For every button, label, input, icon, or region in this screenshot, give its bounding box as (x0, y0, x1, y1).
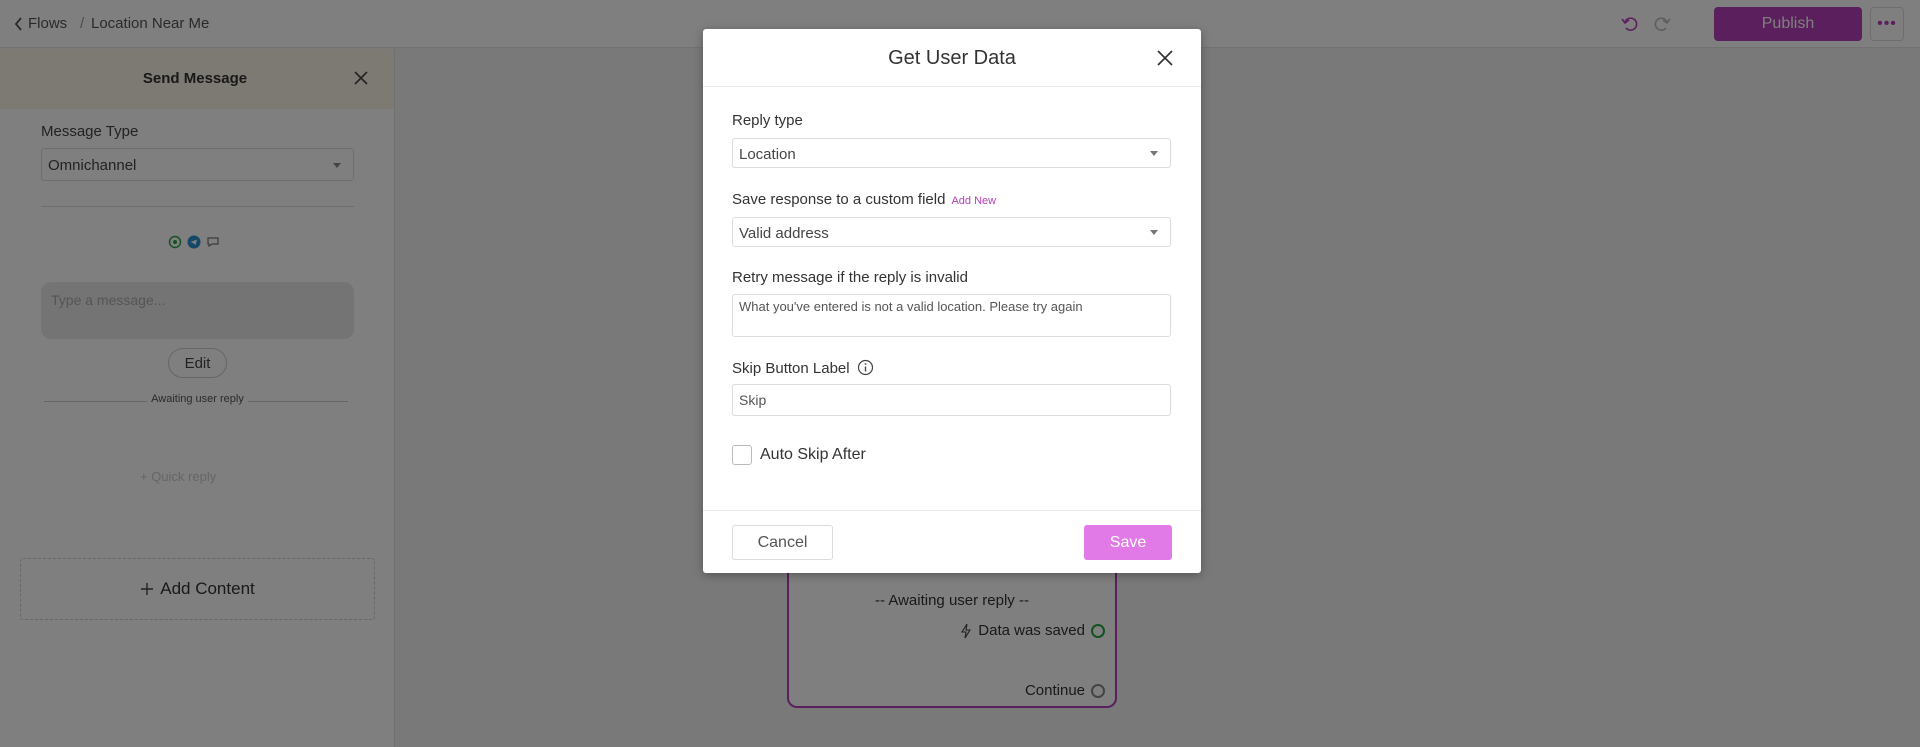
retry-message-textarea[interactable]: What you've entered is not a valid locat… (732, 294, 1171, 337)
reply-type-label: Reply type (732, 112, 803, 129)
skip-button-input[interactable] (732, 384, 1171, 416)
retry-message-label: Retry message if the reply is invalid (732, 269, 968, 286)
auto-skip-label: Auto Skip After (760, 446, 866, 463)
modal-header: Get User Data (703, 29, 1201, 87)
custom-field-select[interactable]: Valid address (732, 217, 1171, 247)
close-icon[interactable] (1155, 48, 1175, 68)
modal-footer-divider (703, 510, 1201, 511)
modal-title: Get User Data (888, 47, 1016, 69)
chevron-down-icon (1150, 151, 1158, 156)
save-response-label: Save response to a custom field Add New (732, 191, 997, 208)
reply-type-select[interactable]: Location (732, 138, 1171, 168)
cancel-button[interactable]: Cancel (732, 525, 833, 560)
reply-type-value: Location (739, 146, 796, 163)
save-button[interactable]: Save (1084, 525, 1172, 560)
skip-button-label: Skip Button Label (732, 360, 850, 377)
get-user-data-modal: Get User Data Reply type Location Save r… (703, 29, 1201, 573)
add-new-link[interactable]: Add New (951, 195, 996, 207)
custom-field-value: Valid address (739, 225, 829, 242)
chevron-down-icon (1150, 230, 1158, 235)
auto-skip-checkbox[interactable] (732, 445, 752, 465)
info-icon[interactable] (857, 359, 874, 376)
